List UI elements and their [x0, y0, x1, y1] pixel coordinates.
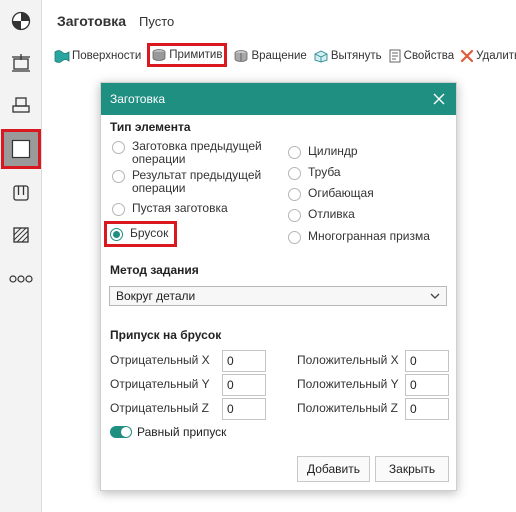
toolbar: Поверхности Примитив Вращение Вытянуть С… [54, 43, 516, 67]
method-value: Вокруг детали [116, 289, 196, 303]
radio-label: Огибающая [308, 186, 374, 200]
radio-label: Многогранная призма [308, 229, 430, 243]
properties-label: Свойства [403, 50, 455, 62]
left-toolbar [0, 0, 42, 512]
pos-z-input[interactable] [405, 398, 449, 420]
surface-icon [54, 50, 70, 63]
surfaces-label: Поверхности [72, 50, 142, 62]
equal-allowance-toggle-row[interactable]: Равный припуск [110, 425, 226, 439]
layer-button[interactable] [4, 88, 38, 122]
properties-icon [389, 49, 401, 63]
pos-z-label: Положительный Z [297, 401, 398, 415]
chevron-down-icon [430, 293, 440, 299]
element-type-label: Тип элемента [110, 120, 191, 134]
radio-button[interactable] [288, 167, 301, 180]
radio-casting[interactable]: Отливка [288, 208, 355, 222]
delete-button[interactable]: Удалить [460, 46, 516, 66]
primitive-label: Примитив [169, 49, 223, 61]
radio-button[interactable] [112, 170, 125, 183]
radio-label: Брусок [130, 226, 169, 240]
primitive-button[interactable]: Примитив [147, 43, 228, 67]
radio-label: Заготовка предыдущей операции [132, 139, 262, 166]
page-title: Заготовка [57, 13, 127, 29]
neg-y-label: Отрицательный Y [110, 377, 210, 391]
layer-icon [12, 97, 30, 113]
method-select[interactable]: Вокруг детали [109, 286, 447, 306]
add-button[interactable]: Добавить [297, 456, 370, 482]
delete-icon [461, 49, 474, 63]
clamp-button[interactable] [4, 176, 38, 210]
radio-label: Пустая заготовка [132, 201, 228, 215]
radio-label: Результат предыдущей операции [132, 168, 262, 195]
rotation-label: Вращение [251, 50, 307, 62]
radio-button[interactable] [112, 203, 125, 216]
more-icon [9, 275, 33, 283]
delete-label: Удалить [476, 50, 516, 62]
rotation-button[interactable]: Вращение [233, 46, 307, 66]
radio-prev-stock[interactable]: Заготовка предыдущей операции [112, 140, 262, 166]
radio-button[interactable] [288, 209, 301, 222]
close-icon[interactable] [431, 91, 447, 107]
properties-button[interactable]: Свойства [388, 46, 455, 66]
allowance-label: Припуск на брусок [110, 328, 222, 342]
radio-empty-stock[interactable]: Пустая заготовка [112, 202, 228, 216]
radio-cylinder[interactable]: Цилиндр [288, 145, 358, 159]
equal-allowance-label: Равный припуск [137, 425, 227, 439]
radio-button[interactable] [112, 141, 125, 154]
close-button[interactable]: Закрыть [375, 456, 449, 482]
radio-button[interactable] [288, 188, 301, 201]
radio-label: Труба [308, 165, 341, 179]
clamp-icon [13, 185, 29, 201]
align-icon [12, 54, 30, 72]
pos-y-input[interactable] [405, 374, 449, 396]
stock-dialog: Заготовка Тип элемента Заготовка предыду… [100, 82, 457, 491]
extrude-button[interactable]: Вытянуть [313, 46, 382, 66]
radio-bar[interactable]: Брусок [104, 221, 178, 247]
extrude-label: Вытянуть [330, 50, 382, 62]
extrude-icon [314, 50, 328, 63]
more-button[interactable] [4, 262, 38, 296]
square-icon [11, 139, 31, 159]
radio-prev-result[interactable]: Результат предыдущей операции [112, 169, 261, 195]
neg-z-input[interactable] [222, 398, 266, 420]
method-label: Метод задания [110, 263, 199, 277]
radio-envelope[interactable]: Огибающая [288, 187, 374, 201]
align-button[interactable] [4, 46, 38, 80]
hatch-icon [13, 227, 29, 243]
neg-x-label: Отрицательный X [110, 353, 210, 367]
radio-polygonal-prism[interactable]: Многогранная призма [288, 230, 430, 244]
page-subtitle: Пусто [139, 14, 175, 29]
neg-x-input[interactable] [222, 350, 266, 372]
dialog-header: Заготовка [101, 83, 456, 115]
radio-label: Отливка [308, 207, 355, 221]
neg-z-label: Отрицательный Z [110, 401, 209, 415]
pos-x-input[interactable] [405, 350, 449, 372]
header: Заготовка Пусто Поверхности Примитив Вра… [42, 0, 516, 72]
dialog-title: Заготовка [110, 92, 166, 106]
neg-y-input[interactable] [222, 374, 266, 396]
hatch-button[interactable] [4, 218, 38, 252]
pos-y-label: Положительный Y [297, 377, 399, 391]
rotation-icon [235, 50, 248, 62]
equal-allowance-toggle[interactable] [110, 426, 132, 438]
radio-button[interactable] [288, 146, 301, 159]
pos-x-label: Положительный X [297, 353, 399, 367]
stock-origin-button[interactable] [4, 4, 38, 38]
primitive-icon [152, 49, 166, 61]
radio-button-selected[interactable] [110, 228, 123, 241]
radio-button[interactable] [288, 231, 301, 244]
radio-pipe[interactable]: Труба [288, 166, 341, 180]
radio-label: Цилиндр [308, 144, 358, 158]
stock-origin-icon [11, 11, 31, 31]
block-mode-button[interactable] [1, 129, 41, 169]
surfaces-button[interactable]: Поверхности [54, 46, 141, 66]
